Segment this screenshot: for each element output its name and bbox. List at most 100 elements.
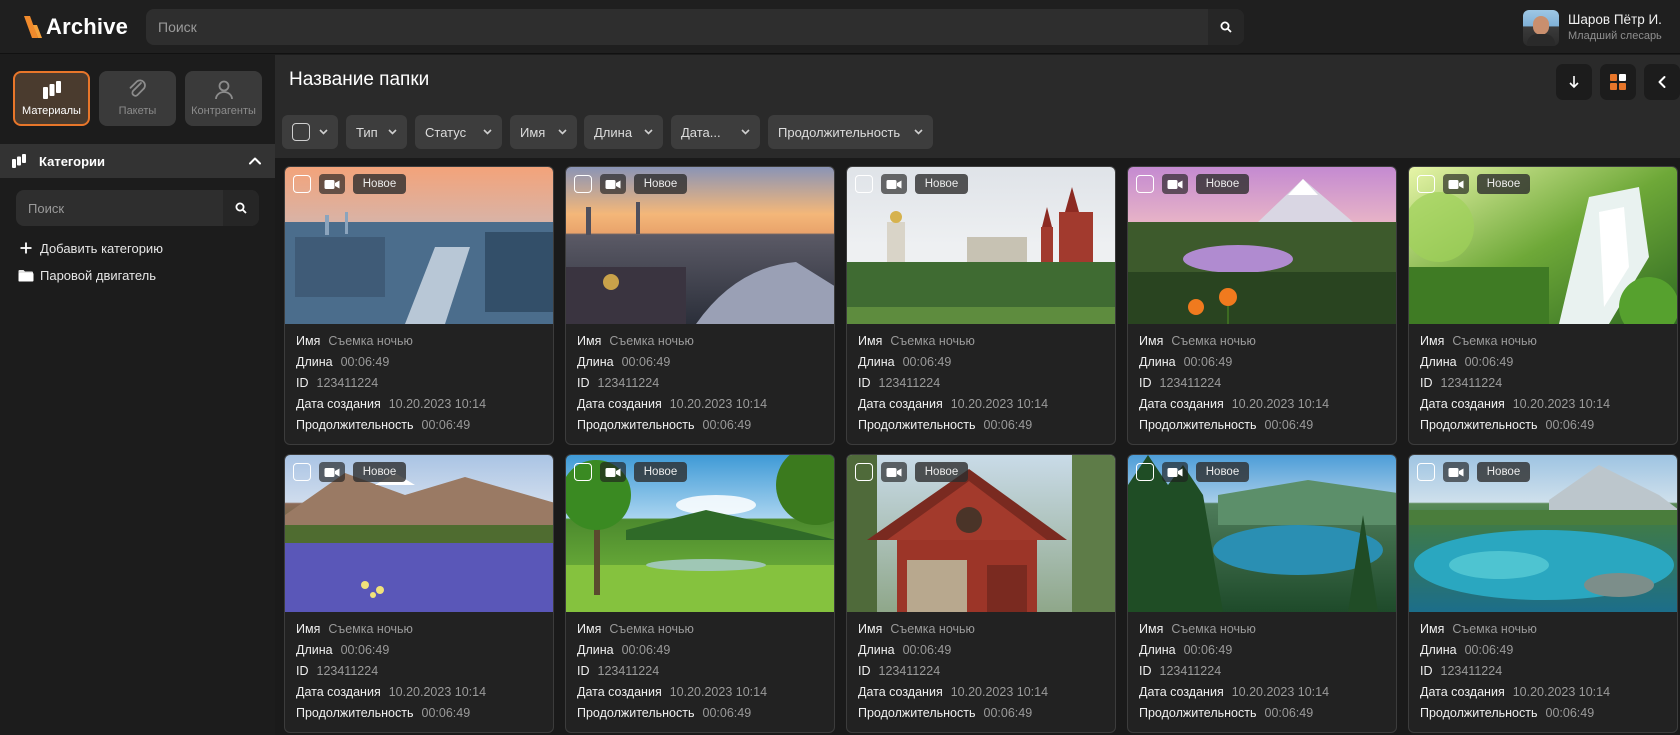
meta-value-name: Съемка ночью	[609, 334, 694, 348]
nav-contractors-button[interactable]: Контрагенты	[185, 71, 262, 126]
material-thumbnail[interactable]: Новое	[566, 167, 834, 324]
meta-key: Продолжительность	[1420, 418, 1538, 432]
card-select-checkbox[interactable]	[1417, 463, 1435, 481]
card-select-checkbox[interactable]	[574, 463, 592, 481]
material-thumbnail[interactable]: Новое	[1128, 167, 1396, 324]
main-content: Название папки Тип Статус Имя Длина Дата…	[275, 55, 1680, 735]
meta-value-id: 123411224	[1159, 376, 1222, 390]
meta-value-duration: 00:06:49	[421, 706, 471, 720]
meta-key: ID	[577, 376, 590, 390]
chevron-up-icon[interactable]	[247, 153, 263, 169]
meta-row-length: Длина 00:06:49	[1420, 643, 1670, 664]
material-thumbnail[interactable]: Новое	[1409, 167, 1677, 324]
meta-row-length: Длина 00:06:49	[296, 643, 546, 664]
material-card[interactable]: Новое Имя Съемка ночью Длина 00:06:49 ID 12341…	[284, 166, 554, 445]
material-meta: Имя Съемка ночью Длина 00:06:49 ID 123411224 Д…	[1139, 622, 1389, 727]
filter-name-label: Имя	[520, 124, 546, 140]
meta-row-created: Дата создания 10.20.2023 10:14	[577, 397, 827, 418]
card-select-checkbox[interactable]	[293, 175, 311, 193]
meta-row-name: Имя Съемка ночью	[577, 622, 827, 643]
meta-value-duration: 00:06:49	[983, 706, 1033, 720]
meta-key: Дата создания	[296, 685, 381, 699]
material-thumbnail[interactable]: Новое	[285, 455, 553, 612]
card-select-checkbox[interactable]	[1136, 463, 1154, 481]
meta-key: ID	[1420, 664, 1433, 678]
categories-header[interactable]: Категории	[0, 144, 275, 178]
card-select-checkbox[interactable]	[574, 175, 592, 193]
material-thumbnail[interactable]: Новое	[285, 167, 553, 324]
meta-value-length: 00:06:49	[902, 643, 952, 657]
category-search-button[interactable]	[223, 190, 259, 226]
filter-type[interactable]: Тип	[346, 115, 407, 149]
nav-materials-button[interactable]: Материалы	[13, 71, 90, 126]
material-card[interactable]: Новое Имя Съемка ночью Длина 00:06:49 ID 12341…	[565, 454, 835, 733]
meta-row-duration: Продолжительность 00:06:49	[1139, 418, 1389, 439]
add-category-button[interactable]: Добавить категорию	[18, 238, 163, 258]
meta-value-id: 123411224	[597, 376, 660, 390]
select-all-filter[interactable]	[282, 115, 338, 149]
filter-length[interactable]: Длина	[584, 115, 663, 149]
sidebar-folder-steam-engine[interactable]: Паровой двигатель	[18, 265, 156, 285]
material-meta: Имя Съемка ночью Длина 00:06:49 ID 123411224 Д…	[296, 622, 546, 727]
material-card[interactable]: Новое Имя Съемка ночью Длина 00:06:49 ID 12341…	[846, 166, 1116, 445]
meta-row-created: Дата создания 10.20.2023 10:14	[858, 397, 1108, 418]
meta-row-name: Имя Съемка ночью	[577, 334, 827, 355]
meta-key: ID	[1139, 664, 1152, 678]
meta-value-name: Съемка ночью	[1171, 622, 1256, 636]
app-logo[interactable]: Archive	[24, 14, 128, 40]
material-thumbnail[interactable]: Новое	[847, 167, 1115, 324]
meta-value-duration: 00:06:49	[702, 706, 752, 720]
material-thumbnail[interactable]: Новое	[566, 455, 834, 612]
material-thumbnail[interactable]: Новое	[1128, 455, 1396, 612]
filter-name[interactable]: Имя	[510, 115, 577, 149]
meta-key: ID	[296, 376, 309, 390]
material-card[interactable]: Новое Имя Съемка ночью Длина 00:06:49 ID 12341…	[284, 454, 554, 733]
meta-row-duration: Продолжительность 00:06:49	[1420, 706, 1670, 727]
collapse-panel-button[interactable]	[1644, 64, 1680, 100]
meta-value-name: Съемка ночью	[328, 334, 413, 348]
video-camera-icon	[600, 174, 626, 194]
global-search-button[interactable]	[1208, 9, 1244, 45]
material-card[interactable]: Новое Имя Съемка ночью Длина 00:06:49 ID 12341…	[1408, 166, 1678, 445]
grid-view-button[interactable]	[1600, 64, 1636, 100]
meta-key: ID	[1139, 376, 1152, 390]
download-button[interactable]	[1556, 64, 1592, 100]
user-profile[interactable]: Шаров Пётр И. Младший слесарь	[1523, 8, 1673, 48]
material-meta: Имя Съемка ночью Длина 00:06:49 ID 123411224 Д…	[858, 334, 1108, 439]
material-meta: Имя Съемка ночью Длина 00:06:49 ID 123411224 Д…	[1420, 622, 1670, 727]
meta-value-length: 00:06:49	[621, 355, 671, 369]
global-search-input[interactable]	[146, 9, 1196, 45]
material-thumbnail[interactable]: Новое	[1409, 455, 1677, 612]
meta-row-name: Имя Съемка ночью	[296, 334, 546, 355]
filter-date[interactable]: Дата...	[671, 115, 760, 149]
card-select-checkbox[interactable]	[855, 463, 873, 481]
select-all-checkbox[interactable]	[292, 123, 310, 141]
meta-key: Длина	[296, 643, 333, 657]
video-camera-icon	[600, 462, 626, 482]
material-card[interactable]: Новое Имя Съемка ночью Длина 00:06:49 ID 12341…	[1408, 454, 1678, 733]
chevron-down-icon	[558, 129, 567, 135]
filter-status[interactable]: Статус	[415, 115, 502, 149]
meta-key: Дата создания	[858, 685, 943, 699]
meta-value-length: 00:06:49	[340, 355, 390, 369]
card-select-checkbox[interactable]	[1417, 175, 1435, 193]
meta-row-name: Имя Съемка ночью	[858, 334, 1108, 355]
card-select-checkbox[interactable]	[1136, 175, 1154, 193]
material-thumbnail[interactable]: Новое	[847, 455, 1115, 612]
material-card[interactable]: Новое Имя Съемка ночью Длина 00:06:49 ID 12341…	[846, 454, 1116, 733]
material-card[interactable]: Новое Имя Съемка ночью Длина 00:06:49 ID 12341…	[565, 166, 835, 445]
category-search-input[interactable]	[16, 190, 216, 226]
filter-duration[interactable]: Продолжительность	[768, 115, 933, 149]
meta-key: ID	[858, 664, 871, 678]
meta-row-length: Длина 00:06:49	[1139, 355, 1389, 376]
card-select-checkbox[interactable]	[293, 463, 311, 481]
card-select-checkbox[interactable]	[855, 175, 873, 193]
user-role: Младший слесарь	[1568, 30, 1662, 42]
nav-packages-button[interactable]: Пакеты	[99, 71, 176, 126]
meta-key: Длина	[577, 643, 614, 657]
material-card[interactable]: Новое Имя Съемка ночью Длина 00:06:49 ID 12341…	[1127, 166, 1397, 445]
meta-value-id: 123411224	[597, 664, 660, 678]
material-card[interactable]: Новое Имя Съемка ночью Длина 00:06:49 ID 12341…	[1127, 454, 1397, 733]
meta-row-name: Имя Съемка ночью	[1139, 622, 1389, 643]
chevron-down-icon	[644, 129, 653, 135]
